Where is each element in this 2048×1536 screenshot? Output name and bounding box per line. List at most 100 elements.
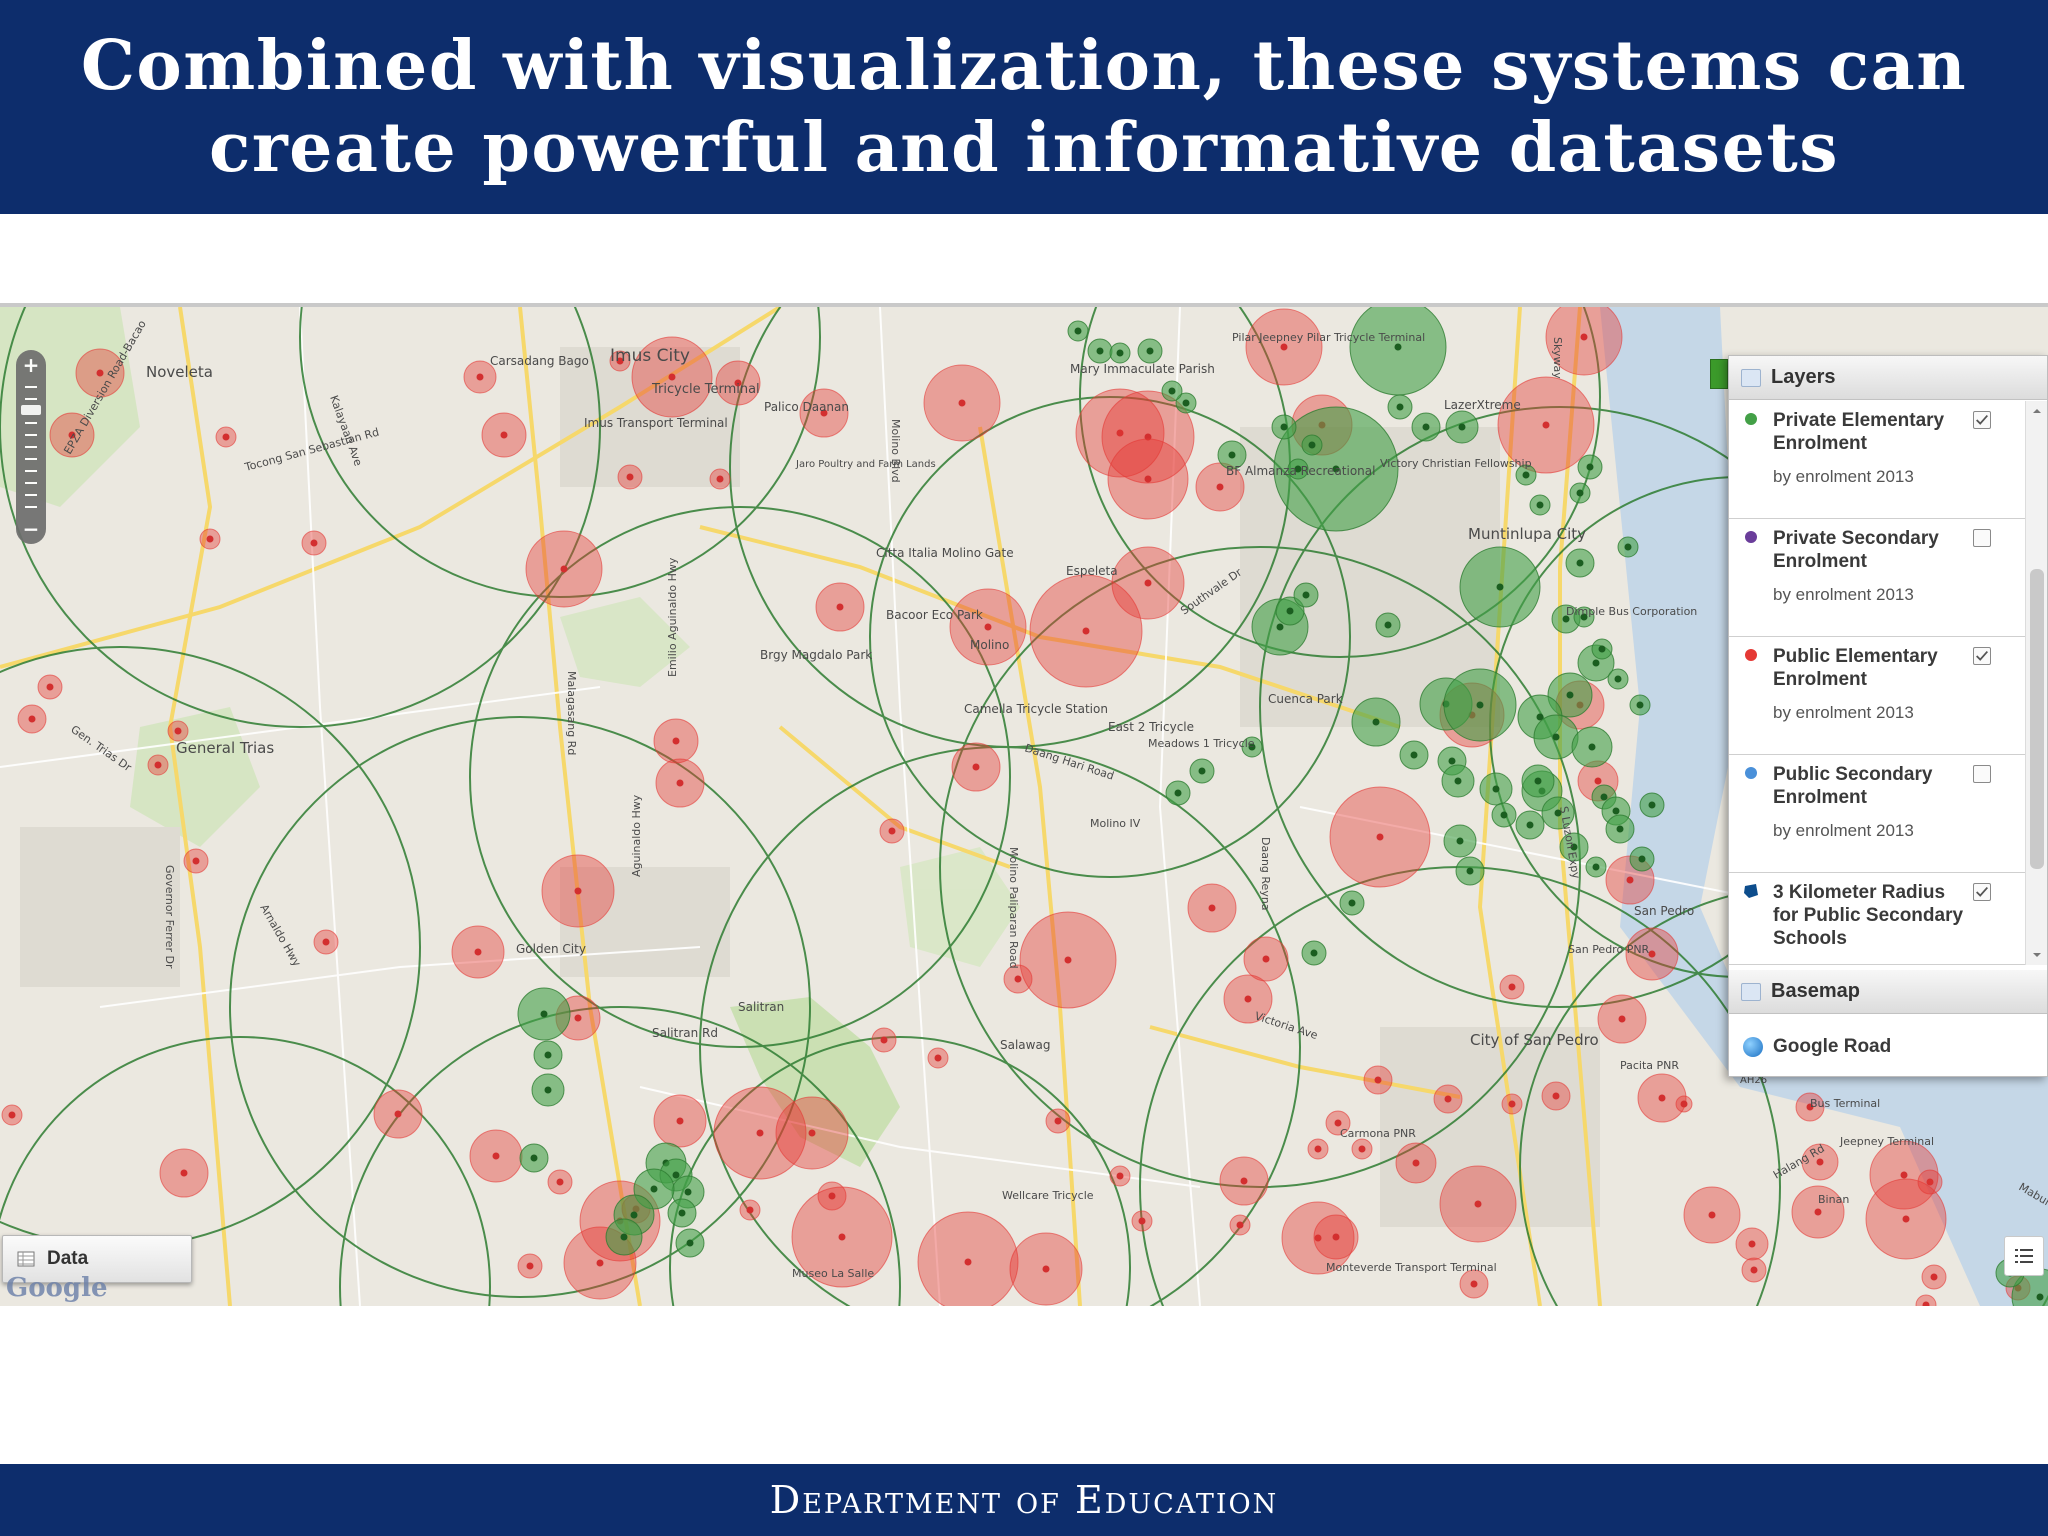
zoom-in-button[interactable]: +	[16, 352, 46, 378]
legend-button[interactable]	[2004, 1236, 2044, 1276]
layer-item-public-secondary[interactable]: Public Secondary Enrolment by enrolment …	[1729, 755, 2025, 873]
layer-checkbox[interactable]	[1973, 765, 1991, 783]
school-point-marker	[1014, 975, 1022, 983]
school-point-marker	[526, 1262, 534, 1270]
private-elementary-school-marker[interactable]	[1349, 307, 1447, 396]
basemap-icon	[1741, 982, 1761, 1001]
layer-name: Public Elementary Enrolment	[1773, 646, 1938, 690]
dot-icon	[1745, 531, 1757, 543]
layer-checkbox[interactable]	[1973, 411, 1991, 429]
school-point-marker	[530, 1154, 538, 1162]
scroll-up-icon[interactable]	[2031, 405, 2043, 417]
layer-item-radius[interactable]: 3 Kilometer Radius for Public Secondary …	[1729, 873, 2025, 965]
school-point-marker	[1522, 471, 1530, 479]
map-place-label: Camella Tricycle Station	[964, 702, 1108, 716]
school-point-marker	[1454, 777, 1462, 785]
map-place-label: Gen. Trias Dr	[68, 723, 134, 775]
layer-item-private-secondary[interactable]: Private Secondary Enrolment by enrolment…	[1729, 519, 2025, 637]
layer-item-public-elementary[interactable]: Public Elementary Enrolment by enrolment…	[1729, 637, 2025, 755]
school-point-marker	[556, 1178, 564, 1186]
map-place-label: Skyway	[1551, 337, 1564, 379]
zoom-slider[interactable]	[21, 380, 41, 514]
school-point-marker	[1074, 327, 1082, 335]
map-place-label: Espeleta	[1066, 564, 1118, 578]
school-point-marker	[1930, 1273, 1938, 1281]
school-point-marker	[1064, 956, 1072, 964]
school-point-marker	[1900, 1171, 1908, 1179]
school-point-marker	[1616, 825, 1624, 833]
layer-subtitle: by enrolment 2013	[1773, 821, 1914, 840]
school-point-marker	[1314, 1145, 1322, 1153]
basemap-header[interactable]: Basemap	[1729, 970, 2047, 1014]
school-point-marker	[808, 1129, 816, 1137]
layers-panel-toggle[interactable]	[1710, 359, 1728, 389]
map-place-label: Salitran Rd	[652, 1026, 718, 1040]
zoom-out-button[interactable]: −	[16, 516, 46, 542]
layers-header[interactable]: Layers	[1729, 356, 2047, 400]
school-point-marker	[672, 737, 680, 745]
map-place-label: Molino Blvd	[889, 419, 902, 483]
map-place-label: Wellcare Tricycle	[1002, 1189, 1094, 1202]
map-place-label: LazerXtreme	[1444, 398, 1521, 412]
layers-scrollbar[interactable]	[2025, 401, 2047, 965]
school-point-marker	[1138, 1217, 1146, 1225]
school-point-marker	[620, 1233, 628, 1241]
school-point-marker	[1508, 1100, 1516, 1108]
google-attribution: Google	[6, 1273, 108, 1303]
map-viewport[interactable]: Noveleta Imus City Tricycle Terminal Imus T…	[0, 307, 2048, 1306]
school-point-marker	[1492, 785, 1500, 793]
layers-title: Layers	[1771, 366, 1836, 388]
school-point-marker	[394, 1110, 402, 1118]
school-point-marker	[1174, 789, 1182, 797]
slide-title-banner: Combined with visualization, these syste…	[0, 0, 2048, 214]
scroll-down-icon[interactable]	[2031, 949, 2043, 961]
dot-icon	[1745, 767, 1757, 779]
school-point-marker	[1310, 949, 1318, 957]
school-point-marker	[1358, 1145, 1366, 1153]
school-point-marker	[1348, 899, 1356, 907]
layer-item-private-elementary[interactable]: Private Elementary Enrolment by enrolmen…	[1729, 401, 2025, 519]
school-point-marker	[192, 857, 200, 865]
school-point-marker	[1236, 1221, 1244, 1229]
map-place-label: Bus Terminal	[1810, 1097, 1880, 1110]
basemap-option[interactable]: Google Road	[1729, 1018, 2047, 1076]
layer-checkbox[interactable]	[1973, 883, 1991, 901]
school-point-marker	[1374, 1076, 1382, 1084]
school-point-marker	[1626, 876, 1634, 884]
school-point-marker	[1144, 579, 1152, 587]
school-point-marker	[972, 763, 980, 771]
map-place-label: Museo La Salle	[792, 1267, 874, 1280]
layer-checkbox[interactable]	[1973, 647, 1991, 665]
school-point-marker	[716, 475, 724, 483]
map-place-label: Carsadang Bago	[490, 354, 589, 368]
layer-subtitle: by enrolment 2013	[1773, 585, 1914, 604]
school-point-marker	[474, 948, 482, 956]
school-point-marker	[1648, 950, 1656, 958]
school-point-marker	[676, 1117, 684, 1125]
school-point-marker	[1612, 807, 1620, 815]
school-point-marker	[1308, 441, 1316, 449]
school-point-marker	[1208, 904, 1216, 912]
school-point-marker	[310, 539, 318, 547]
school-point-marker	[1054, 1117, 1062, 1125]
school-point-marker	[1586, 463, 1594, 471]
school-point-marker	[676, 779, 684, 787]
layer-checkbox[interactable]	[1973, 529, 1991, 547]
school-point-marker	[96, 369, 104, 377]
school-point-marker	[1286, 607, 1294, 615]
map-place-label: BF Almanza Recreational	[1226, 464, 1375, 478]
school-point-marker	[1474, 1200, 1482, 1208]
map-place-label: Mary Immaculate Parish	[1070, 362, 1215, 376]
map-place-label: Golden City	[516, 942, 586, 956]
school-point-marker	[1680, 1100, 1688, 1108]
scroll-thumb[interactable]	[2030, 569, 2044, 869]
map-place-label: Governor Ferrer Dr	[163, 865, 176, 969]
map-place-label: Molino IV	[1090, 817, 1141, 830]
zoom-slider-handle[interactable]	[21, 405, 41, 415]
school-point-marker	[1592, 659, 1600, 667]
school-point-marker	[1334, 1119, 1342, 1127]
map-place-label: Carmona PNR	[1340, 1127, 1416, 1140]
school-point-marker	[1638, 855, 1646, 863]
school-point-marker	[1412, 1159, 1420, 1167]
school-point-marker	[28, 715, 36, 723]
